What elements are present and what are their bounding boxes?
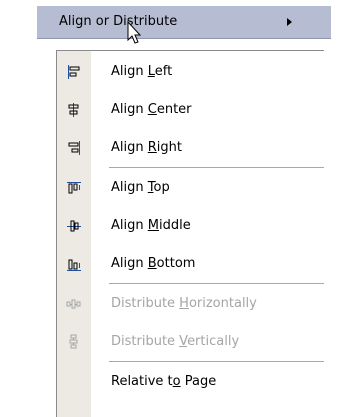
menu-separator xyxy=(109,167,324,168)
menu-item-label: Align Top xyxy=(111,180,170,195)
menu-item-label: Align Center xyxy=(111,102,192,117)
menu-item-label: Distribute Horizontally xyxy=(111,296,257,311)
align-distribute-submenu: Align Left Align Center Align Right Alig… xyxy=(56,50,324,417)
menu-item-align-or-distribute[interactable]: Align or Distribute xyxy=(37,6,331,39)
menu-item-align-left[interactable]: Align Left xyxy=(57,53,324,91)
menu-item-align-center[interactable]: Align Center xyxy=(57,91,324,129)
menu-item-label: Align Left xyxy=(111,64,173,79)
align-top-icon xyxy=(67,182,81,194)
menu-item-align-bottom[interactable]: Align Bottom xyxy=(57,245,324,283)
submenu-arrow-icon xyxy=(287,18,292,26)
menu-item-distribute-horizontally[interactable]: Distribute Horizontally xyxy=(57,285,324,323)
menu-separator xyxy=(109,283,324,284)
menu-item-label: Align Right xyxy=(111,140,182,155)
align-bottom-icon xyxy=(67,259,81,271)
align-middle-icon xyxy=(67,220,81,232)
menu-item-align-right[interactable]: Align Right xyxy=(57,129,324,167)
menu-item-label: Align or Distribute xyxy=(59,14,178,29)
menu-item-align-middle[interactable]: Align Middle xyxy=(57,207,324,245)
menu-item-label: Align Bottom xyxy=(111,256,196,271)
menu-separator xyxy=(109,361,324,362)
menu-item-relative-to-page[interactable]: Relative to Page xyxy=(57,363,324,401)
distribute-vertically-icon xyxy=(69,334,78,349)
menu-item-align-top[interactable]: Align Top xyxy=(57,169,324,207)
align-center-icon xyxy=(68,103,79,117)
align-left-icon xyxy=(68,65,80,79)
align-right-icon xyxy=(68,141,80,155)
distribute-horizontally-icon xyxy=(66,299,81,309)
mouse-cursor-icon xyxy=(127,21,142,44)
menu-item-label: Distribute Vertically xyxy=(111,334,240,349)
menu-item-label: Align Middle xyxy=(111,218,191,233)
menu-item-distribute-vertically[interactable]: Distribute Vertically xyxy=(57,323,324,361)
menu-item-label: Relative to Page xyxy=(111,374,217,389)
